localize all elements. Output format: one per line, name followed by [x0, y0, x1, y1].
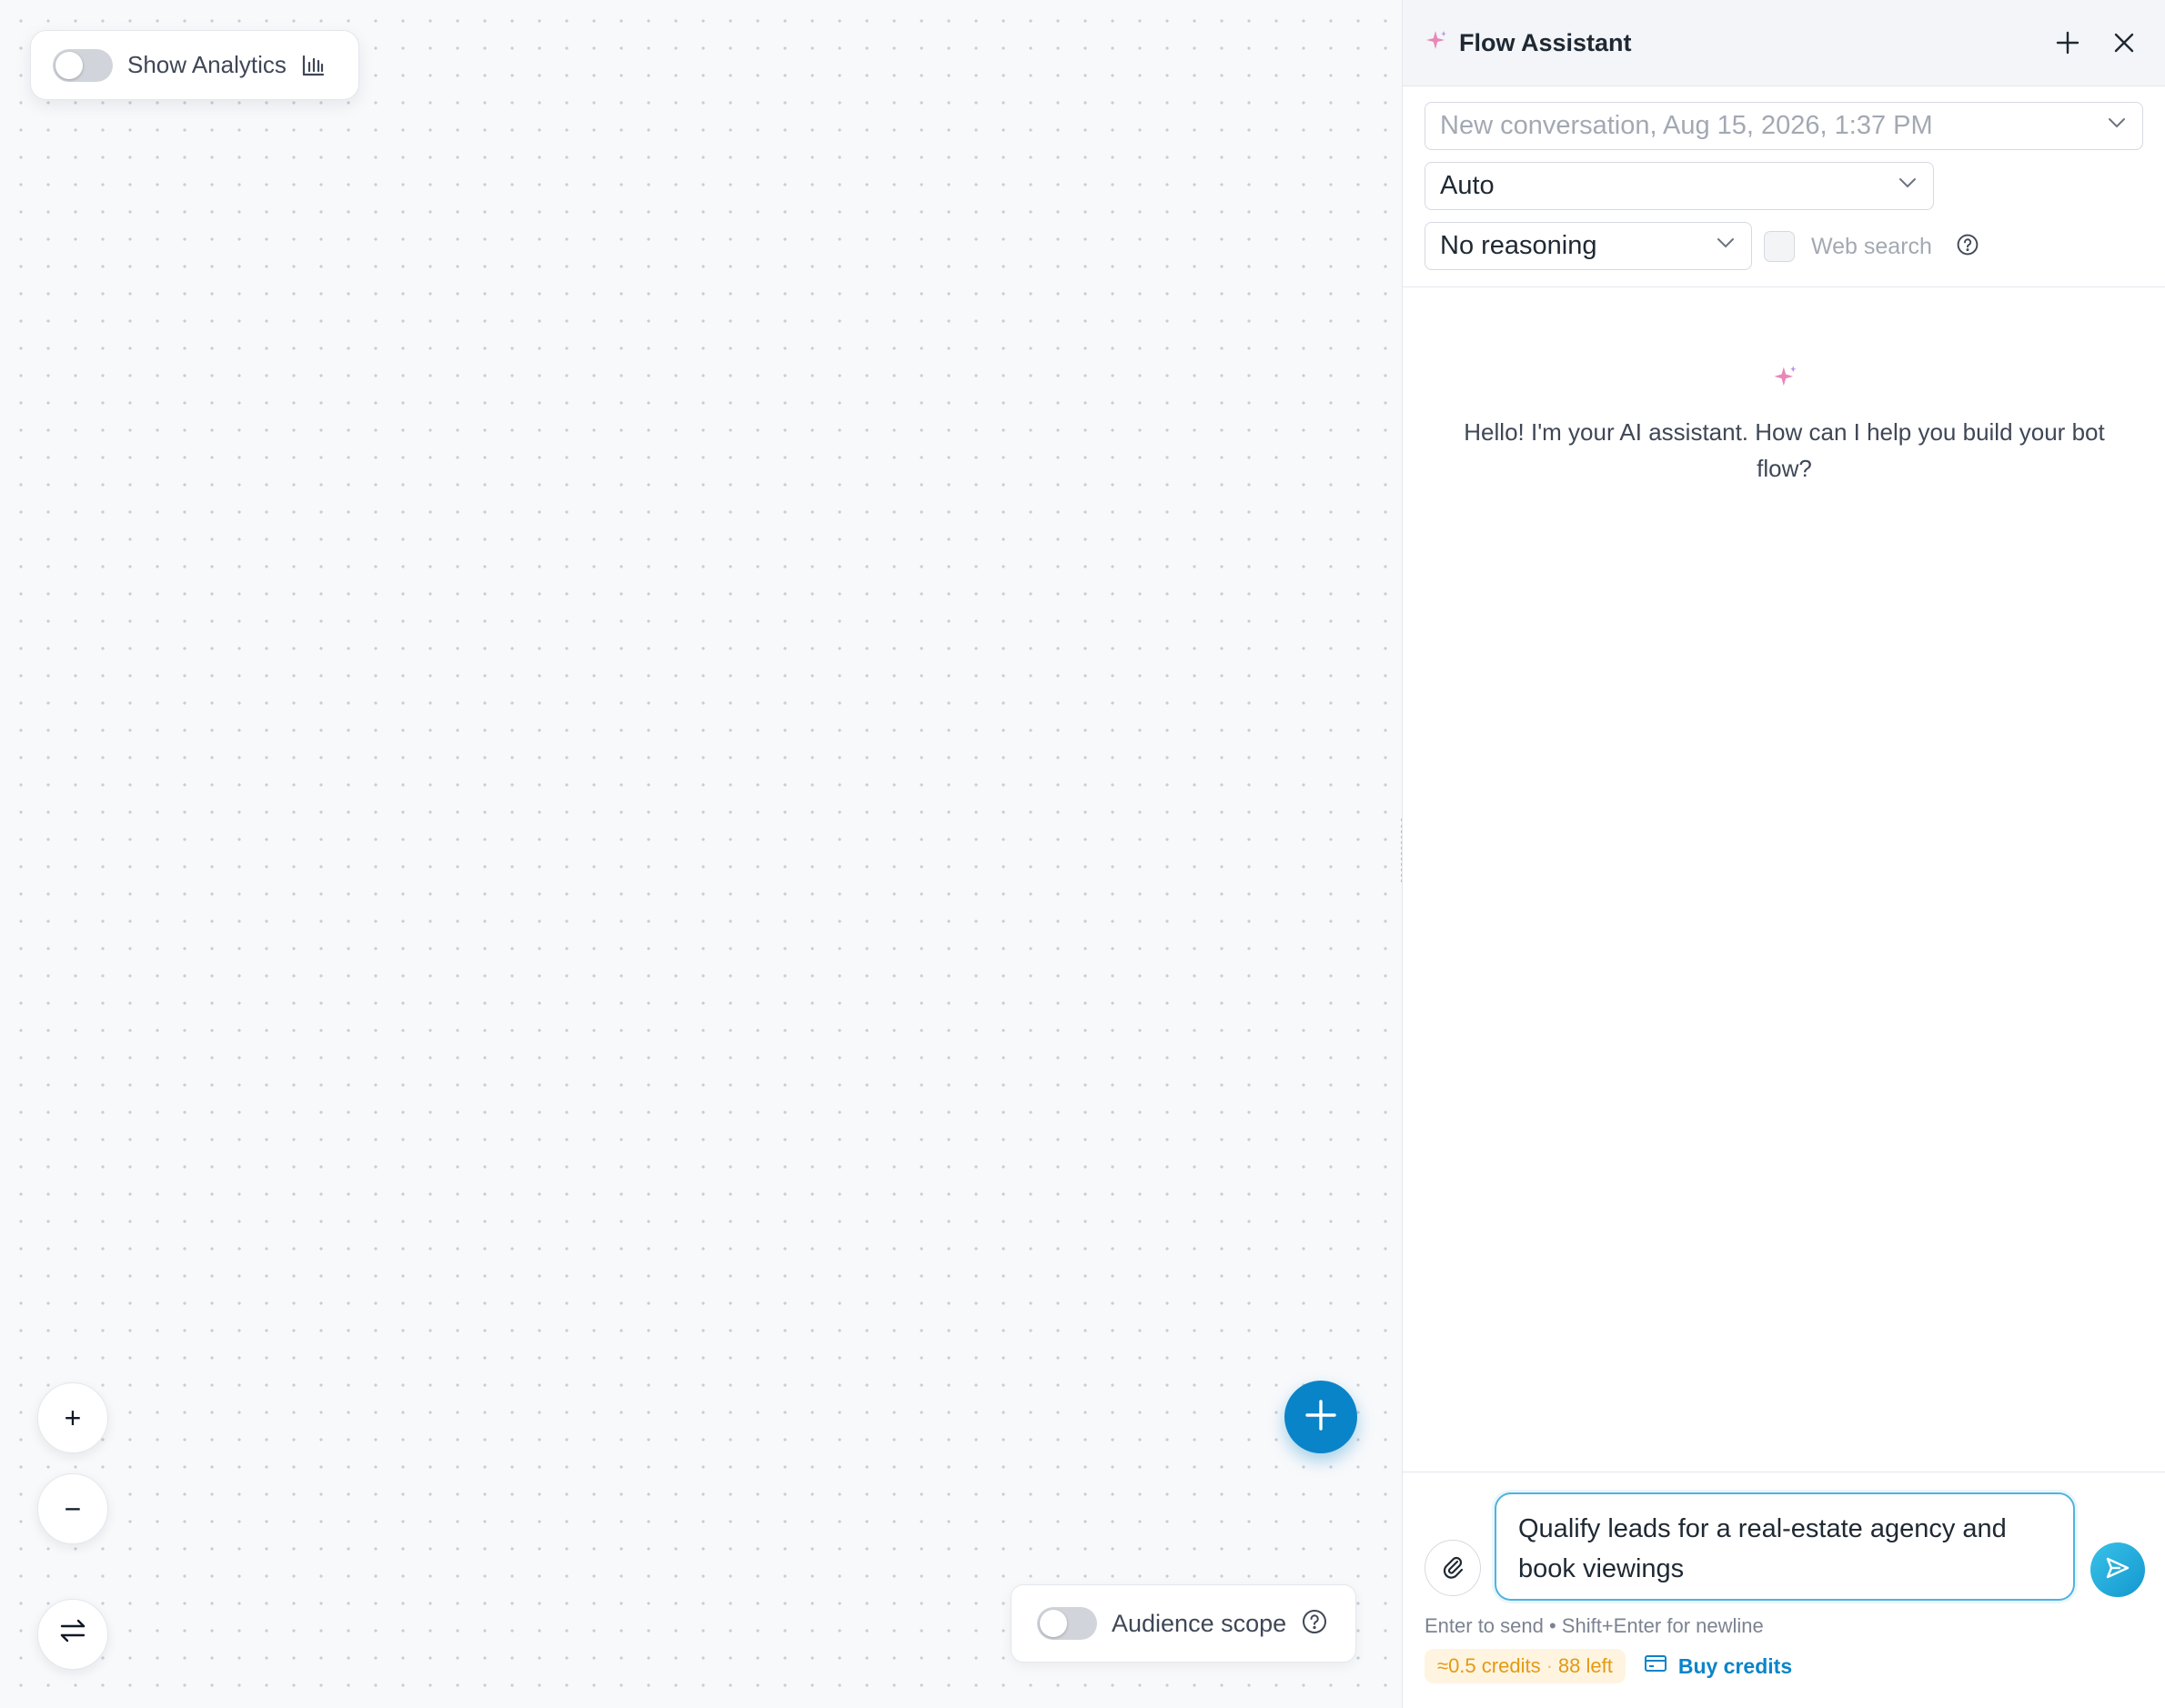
flow-canvas[interactable]: Show Analytics + − Audience scope: [0, 0, 1401, 1708]
credits-badge: ≈0.5 credits · 88 left: [1425, 1649, 1626, 1683]
zoom-in-label: +: [64, 1401, 82, 1434]
show-analytics-control: Show Analytics: [30, 30, 359, 100]
credits-separator: ·: [1546, 1654, 1553, 1677]
model-select-value: Auto: [1440, 171, 1495, 200]
assistant-settings: New conversation, Aug 15, 2026, 1:37 PM …: [1403, 86, 2165, 287]
credit-card-icon: [1644, 1653, 1667, 1679]
send-button[interactable]: [2090, 1542, 2145, 1597]
sparkle-icon: [1425, 29, 1448, 57]
audience-scope-label: Audience scope: [1112, 1609, 1287, 1637]
credits-cost: ≈0.5 credits: [1437, 1654, 1541, 1677]
web-search-option: Web search: [1764, 226, 1979, 267]
buy-credits-label: Buy credits: [1677, 1653, 1793, 1678]
sparkle-icon: [1771, 364, 1798, 396]
composer-hint: Enter to send • Shift+Enter for newline: [1425, 1614, 1764, 1637]
prompt-input[interactable]: Qualify leads for a real-estate agency a…: [1495, 1492, 2075, 1601]
new-conversation-button[interactable]: [2049, 24, 2087, 62]
conversation-select-value: New conversation, Aug 15, 2026, 1:37 PM: [1440, 111, 1933, 140]
panel-title: Flow Assistant: [1459, 28, 1632, 56]
flow-assistant-panel: Flow Assistant New conversation, Aug 15,…: [1402, 0, 2165, 1708]
help-icon[interactable]: [1301, 1608, 1328, 1640]
swap-direction-button[interactable]: [37, 1599, 108, 1670]
credits-row: ≈0.5 credits · 88 left Buy credits: [1425, 1649, 1792, 1683]
chevron-down-icon: [1715, 231, 1737, 261]
model-select[interactable]: Auto: [1425, 162, 1934, 210]
show-analytics-label: Show Analytics: [127, 51, 287, 78]
show-analytics-toggle[interactable]: [53, 48, 113, 82]
web-search-label: Web search: [1811, 233, 1932, 259]
reasoning-select[interactable]: No reasoning: [1425, 222, 1752, 270]
add-node-button[interactable]: [1284, 1381, 1357, 1453]
chevron-down-icon: [1897, 171, 1918, 201]
buy-credits-link[interactable]: Buy credits: [1644, 1653, 1792, 1679]
credits-left: 88 left: [1557, 1654, 1613, 1677]
zoom-out-label: −: [64, 1492, 82, 1525]
plus-icon: [1304, 1398, 1338, 1437]
web-search-checkbox[interactable]: [1764, 231, 1795, 262]
help-icon[interactable]: [1956, 233, 1979, 261]
zoom-out-button[interactable]: −: [37, 1473, 108, 1544]
assistant-greeting: Hello! I'm your AI assistant. How can I …: [1403, 364, 2165, 487]
chevron-down-icon: [2106, 111, 2128, 141]
reasoning-select-value: No reasoning: [1440, 231, 1597, 260]
paperclip-icon: [1440, 1553, 1465, 1583]
attach-file-button[interactable]: [1425, 1540, 1481, 1596]
bar-chart-icon: [301, 54, 325, 77]
zoom-in-button[interactable]: +: [37, 1382, 108, 1453]
conversation-select[interactable]: New conversation, Aug 15, 2026, 1:37 PM: [1425, 102, 2143, 150]
close-panel-button[interactable]: [2105, 24, 2143, 62]
audience-scope-toggle[interactable]: [1037, 1607, 1097, 1640]
panel-header: Flow Assistant: [1403, 0, 2165, 86]
audience-scope-control: Audience scope: [1011, 1584, 1356, 1663]
greeting-message: Hello! I'm your AI assistant. How can I …: [1464, 418, 2105, 482]
send-icon: [2104, 1554, 2131, 1586]
swap-arrows-icon: [59, 1617, 86, 1652]
message-composer: Qualify leads for a real-estate agency a…: [1403, 1472, 2165, 1708]
